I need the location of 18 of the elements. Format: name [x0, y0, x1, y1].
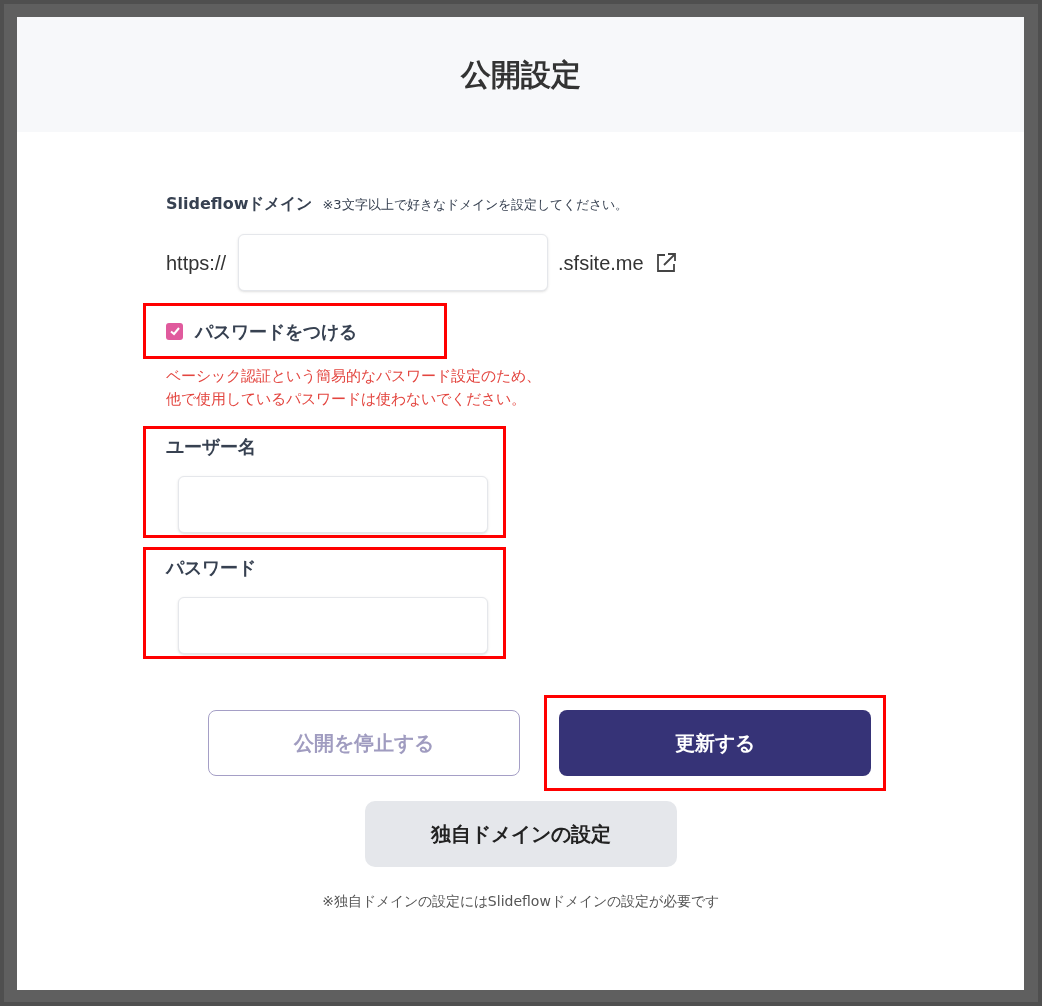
dialog-title: 公開設定: [460, 56, 581, 94]
check-icon: [168, 325, 181, 337]
text-input[interactable]: [178, 476, 488, 533]
domain-input[interactable]: [238, 234, 549, 291]
url-suffix: .sfsite.me: [558, 250, 644, 276]
custom-domain-button[interactable]: 独自ドメインの設定: [364, 801, 677, 867]
dialog-button[interactable]: 更新する: [559, 710, 871, 776]
domain-label: Slideflowドメイン: [166, 193, 313, 215]
password-checkbox[interactable]: [166, 322, 183, 340]
url-prefix: https://: [166, 250, 227, 276]
footnote: ※独自ドメインの設定にはSlideflowドメインの設定が必要です: [322, 892, 719, 911]
field-label: ユーザー名: [166, 435, 257, 459]
checkbox-label: パスワードをつける: [195, 319, 357, 344]
warning-text: ベーシック認証という簡易的なパスワード設定のため、: [166, 366, 542, 387]
domain-hint: ※3文字以上で好きなドメインを設定してください。: [322, 196, 628, 214]
field-label: パスワード: [166, 556, 257, 580]
text-input[interactable]: [178, 597, 488, 654]
warning-text: 他で使用しているパスワードは使わないでください。: [166, 389, 527, 410]
